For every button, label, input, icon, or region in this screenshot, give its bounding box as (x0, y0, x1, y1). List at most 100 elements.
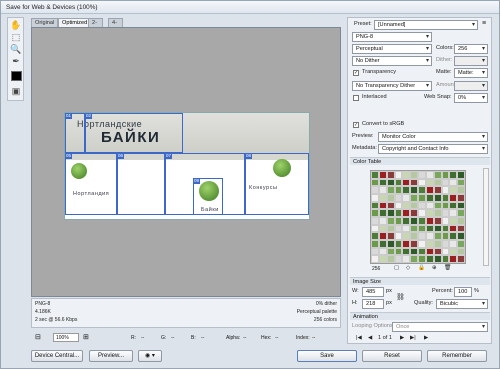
color-swatch[interactable] (441, 216, 450, 225)
dither-amount-field[interactable] (454, 56, 488, 66)
color-swatch[interactable] (410, 186, 418, 194)
tab-optimized[interactable]: Optimized (58, 18, 92, 27)
color-swatch[interactable] (418, 171, 426, 179)
color-swatch[interactable] (371, 232, 379, 240)
color-swatch[interactable] (425, 247, 434, 256)
transparency-dither-select[interactable]: No Transparency Dither (352, 81, 432, 91)
color-swatch[interactable] (457, 247, 465, 256)
color-swatch[interactable] (441, 224, 450, 233)
color-swatch[interactable] (410, 232, 418, 240)
color-swatch[interactable] (386, 224, 395, 233)
color-swatch[interactable] (410, 193, 418, 202)
color-swatch[interactable] (449, 216, 458, 225)
interlaced-checkbox[interactable] (353, 95, 359, 101)
next-frame-icon[interactable]: ▶ (400, 335, 404, 341)
color-swatch[interactable] (378, 232, 387, 240)
color-swatch[interactable] (449, 224, 458, 233)
color-swatch[interactable] (457, 216, 465, 225)
quality-select[interactable]: Bicubic (436, 299, 488, 309)
metadata-select[interactable]: Copyright and Contact Info (378, 144, 488, 154)
color-swatch[interactable] (394, 186, 403, 194)
prev-frame-icon[interactable]: ◀ (368, 335, 372, 341)
color-swatch[interactable] (410, 239, 418, 248)
color-swatch[interactable] (378, 216, 387, 225)
color-swatch[interactable] (394, 224, 403, 233)
color-swatch[interactable] (371, 201, 379, 210)
zoom-icon[interactable]: 🔍 (10, 44, 22, 55)
height-field[interactable]: 218 (362, 299, 384, 309)
color-swatch[interactable] (394, 171, 403, 179)
color-swatch[interactable] (371, 255, 379, 263)
color-swatch[interactable] (402, 201, 411, 210)
color-swatch[interactable] (418, 193, 426, 202)
color-swatch[interactable] (449, 186, 458, 194)
color-swatch[interactable] (386, 216, 395, 225)
color-swatch[interactable] (457, 178, 465, 187)
color-swatch[interactable] (457, 193, 465, 202)
hand-icon[interactable]: ✋ (10, 20, 22, 31)
preview-profile-select[interactable]: Monitor Color (378, 132, 488, 142)
color-swatch[interactable] (371, 216, 379, 225)
color-swatch[interactable] (441, 178, 450, 187)
preset-select[interactable]: [Unnamed] (374, 20, 478, 30)
color-swatch[interactable] (433, 193, 442, 202)
color-swatch[interactable] (441, 171, 450, 179)
color-swatch[interactable] (425, 201, 434, 210)
color-swatch[interactable] (410, 178, 418, 187)
last-frame-icon[interactable]: ▶| (410, 335, 416, 341)
color-swatch[interactable] (386, 232, 395, 240)
colors-select[interactable]: 256 (454, 44, 488, 54)
amount-field[interactable] (454, 81, 488, 91)
width-field[interactable]: 485 (362, 287, 384, 297)
color-swatch[interactable] (457, 201, 465, 210)
color-swatch[interactable] (449, 171, 458, 179)
color-swatch[interactable] (418, 186, 426, 194)
color-swatch[interactable] (371, 178, 379, 187)
color-swatch[interactable] (394, 216, 403, 225)
color-swatch[interactable] (371, 247, 379, 256)
transparency-checkbox[interactable]: ✓ (353, 70, 359, 76)
reduction-select[interactable]: Perceptual (352, 44, 432, 54)
color-swatch[interactable] (433, 171, 442, 179)
color-swatch[interactable] (386, 247, 395, 256)
color-swatch[interactable] (394, 178, 403, 187)
color-swatch[interactable] (371, 209, 379, 217)
slice-01[interactable] (65, 113, 85, 153)
color-swatch[interactable] (378, 255, 387, 263)
color-swatch[interactable] (402, 209, 411, 217)
map-to-transparent-icon[interactable]: ▢ (394, 265, 399, 271)
color-swatch[interactable] (418, 178, 426, 187)
device-central-button[interactable]: Device Central... (31, 350, 83, 362)
color-swatch[interactable] (449, 178, 458, 187)
slice-02[interactable] (85, 113, 183, 153)
color-swatch[interactable] (441, 255, 450, 263)
color-swatch[interactable] (441, 186, 450, 194)
color-swatch[interactable] (433, 232, 442, 240)
save-button[interactable]: Save (297, 350, 357, 362)
color-swatch[interactable] (410, 201, 418, 210)
color-swatch[interactable] (386, 186, 395, 194)
color-swatch[interactable] (378, 193, 387, 202)
color-swatch[interactable] (371, 171, 379, 179)
color-swatch[interactable] (386, 239, 395, 248)
color-swatch[interactable] (418, 224, 426, 233)
format-select[interactable]: PNG-8 (352, 32, 432, 42)
color-swatch[interactable] (433, 224, 442, 233)
color-swatch[interactable] (394, 193, 403, 202)
color-swatch[interactable] (457, 224, 465, 233)
panel-menu-icon[interactable]: ≡ (482, 20, 486, 27)
color-swatch[interactable] (394, 247, 403, 256)
color-swatch[interactable] (433, 201, 442, 210)
zoom-in-icon[interactable]: ⊞ (83, 333, 89, 341)
color-swatch[interactable] (402, 247, 411, 256)
color-swatch[interactable] (441, 201, 450, 210)
color-swatch[interactable] (378, 178, 387, 187)
color-swatch[interactable] (457, 209, 465, 217)
eyedropper-icon[interactable]: ✒ (10, 56, 22, 67)
first-frame-icon[interactable]: |◀ (356, 335, 362, 341)
convert-srgb-checkbox[interactable]: ✓ (353, 122, 359, 128)
color-swatch[interactable] (433, 216, 442, 225)
color-swatch[interactable] (371, 193, 379, 202)
color-swatch[interactable] (418, 201, 426, 210)
color-swatch[interactable] (449, 193, 458, 202)
